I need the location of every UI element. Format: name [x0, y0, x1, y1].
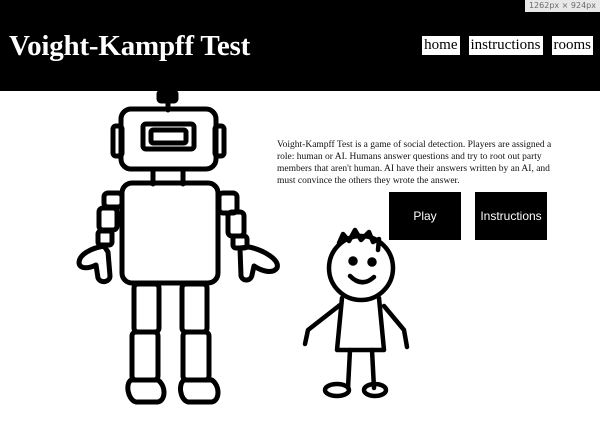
site-title: Voight-Kampff Test [9, 30, 251, 62]
main-nav: home instructions rooms [422, 36, 593, 55]
play-button[interactable]: Play [389, 192, 461, 240]
game-description: Voight-Kampff Test is a game of social d… [277, 140, 552, 186]
nav-instructions-link[interactable]: instructions [468, 36, 543, 55]
stick-figure-drawing [302, 227, 410, 399]
robot-drawing [76, 91, 280, 405]
nav-rooms-link[interactable]: rooms [551, 36, 593, 55]
instructions-button[interactable]: Instructions [475, 192, 547, 240]
nav-home-link[interactable]: home [422, 36, 460, 55]
site-header: Voight-Kampff Test home instructions roo… [0, 0, 600, 91]
viewport-size-badge: 1262px × 924px [524, 0, 600, 12]
